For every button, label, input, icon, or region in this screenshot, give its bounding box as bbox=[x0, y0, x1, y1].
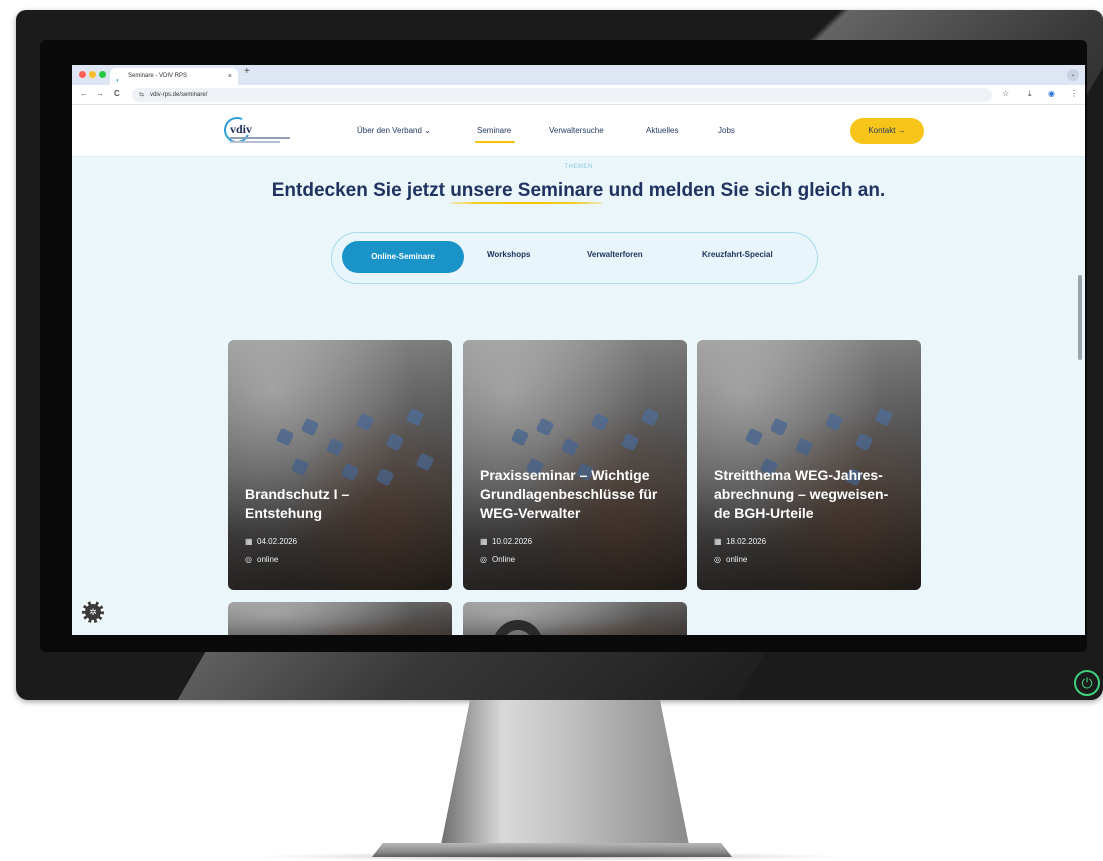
bookmark-star-icon[interactable]: ☆ bbox=[1002, 89, 1009, 98]
card-overlay bbox=[697, 340, 921, 590]
card-title-line: abrechnung – wegweisen- bbox=[714, 486, 889, 502]
url-input[interactable]: ⇆ vdiv-rps.de/seminare/ bbox=[132, 88, 992, 102]
card-date-text: 10.02.2026 bbox=[492, 537, 533, 546]
tab-workshops[interactable]: Workshops bbox=[487, 250, 530, 259]
browser-tab-bar: ◐ Seminare - VDIV RPS × + ⌄ bbox=[72, 65, 1085, 85]
section-eyebrow: THEMEN bbox=[564, 164, 593, 170]
card-location-text: online bbox=[726, 555, 748, 564]
url-text: vdiv-rps.de/seminare/ bbox=[150, 92, 208, 98]
browser-tab[interactable]: ◐ Seminare - VDIV RPS × bbox=[110, 68, 238, 85]
nav-jobs[interactable]: Jobs bbox=[718, 126, 735, 135]
site-info-icon[interactable]: ⇆ bbox=[139, 88, 144, 102]
monitor-frame: ◐ Seminare - VDIV RPS × + ⌄ ← → C ⇆ vdiv… bbox=[16, 10, 1103, 700]
window-maximize-button[interactable] bbox=[99, 71, 106, 78]
new-tab-button[interactable]: + bbox=[244, 66, 250, 77]
forward-arrow-icon[interactable]: → bbox=[96, 89, 104, 98]
card-title[interactable]: Praxisseminar – Wichtige Grundlagenbesch… bbox=[480, 466, 680, 523]
nav-active-underline bbox=[475, 141, 515, 143]
tab-kreuzfahrt-special[interactable]: Kreuzfahrt-Special bbox=[702, 250, 773, 259]
seminar-card[interactable]: Brandschutz I – Entstehung ▦ 04.02.2026 ◎… bbox=[228, 340, 452, 590]
card-title-line: de BGH-Urteile bbox=[714, 505, 814, 521]
tab-verwalterforen[interactable]: Verwalterforen bbox=[587, 250, 643, 259]
seminar-card[interactable]: Praxisseminar – Wichtige Grundlagenbesch… bbox=[463, 340, 687, 590]
card-title-line: Praxisseminar – Wichtige bbox=[480, 467, 650, 483]
location-pin-icon: ◎ bbox=[714, 555, 721, 564]
calendar-icon: ▦ bbox=[245, 537, 253, 546]
seminar-card-partial[interactable] bbox=[463, 602, 687, 635]
back-arrow-icon[interactable]: ← bbox=[80, 89, 88, 98]
tab-title: Seminare - VDIV RPS bbox=[128, 73, 188, 79]
tab-close-icon[interactable]: × bbox=[228, 68, 232, 85]
logo-text: vdiv bbox=[230, 122, 253, 136]
download-icon[interactable]: ⤓ bbox=[1028, 89, 1032, 99]
power-icon[interactable]: ⏻ bbox=[1074, 670, 1100, 696]
card-title-line: Entstehung bbox=[245, 505, 322, 521]
browser-menu-icon[interactable]: ⋮ bbox=[1070, 89, 1078, 98]
logo-tagline-line bbox=[230, 141, 280, 143]
location-pin-icon: ◎ bbox=[480, 555, 487, 564]
calendar-icon: ▦ bbox=[480, 537, 488, 546]
window-close-button[interactable] bbox=[79, 71, 86, 78]
card-location-text: Online bbox=[492, 555, 516, 564]
card-location: ◎ online bbox=[714, 555, 747, 564]
card-date-text: 18.02.2026 bbox=[726, 537, 767, 546]
card-overlay bbox=[463, 340, 687, 590]
seminar-card-partial[interactable] bbox=[228, 602, 452, 635]
nav-aktuelles[interactable]: Aktuelles bbox=[646, 126, 678, 135]
page-headline: Entdecken Sie jetzt unsere Seminare und … bbox=[72, 180, 1085, 202]
card-date: ▦ 18.02.2026 bbox=[714, 537, 766, 546]
card-date: ▦ 04.02.2026 bbox=[245, 537, 297, 546]
monitor-stand bbox=[440, 700, 690, 850]
headline-pre: Entdecken Sie jetzt bbox=[271, 180, 451, 201]
browser-address-bar: ← → C ⇆ vdiv-rps.de/seminare/ ☆ ⤓ ◉ ⋮ bbox=[72, 85, 1085, 105]
card-title-line: Grundlagenbeschlüsse für bbox=[480, 486, 658, 502]
card-date-text: 04.02.2026 bbox=[257, 537, 298, 546]
profile-avatar-icon[interactable]: ◉ bbox=[1048, 89, 1055, 98]
nav-verwaltersuche[interactable]: Verwaltersuche bbox=[549, 126, 604, 135]
window-minimize-button[interactable] bbox=[89, 71, 96, 78]
page-scrollbar[interactable] bbox=[1078, 275, 1082, 360]
vdiv-logo[interactable]: vdiv bbox=[220, 113, 294, 147]
cookie-settings-icon[interactable]: ✲ bbox=[82, 601, 104, 623]
nav-ueber-den-verband[interactable]: Über den Verband ⌄ bbox=[357, 126, 431, 135]
seminar-card[interactable]: Streitthema WEG-Jahres- abrechnung – weg… bbox=[697, 340, 921, 590]
reload-icon[interactable]: C bbox=[114, 89, 120, 98]
contact-button[interactable]: Kontakt → bbox=[850, 118, 924, 144]
card-location: ◎ online bbox=[245, 555, 278, 564]
card-title[interactable]: Streitthema WEG-Jahres- abrechnung – weg… bbox=[714, 466, 914, 523]
card-title-line: WEG-Verwalter bbox=[480, 505, 581, 521]
card-title-line: Brandschutz I – bbox=[245, 486, 350, 502]
website: vdiv Über den Verband ⌄ Seminare Verwalt… bbox=[72, 105, 1085, 635]
location-pin-icon: ◎ bbox=[245, 555, 252, 564]
card-date: ▦ 10.02.2026 bbox=[480, 537, 532, 546]
card-overlay bbox=[228, 340, 452, 590]
tab-online-seminare[interactable]: Online-Seminare bbox=[342, 241, 464, 273]
headline-post: und melden Sie sich gleich an. bbox=[603, 180, 886, 201]
seminar-filter-tabs: Online-Seminare Workshops Verwalterforen… bbox=[331, 232, 818, 284]
calendar-icon: ▦ bbox=[714, 537, 722, 546]
nav-seminare[interactable]: Seminare bbox=[477, 126, 511, 135]
headline-highlight: unsere Seminare bbox=[450, 180, 604, 201]
card-title-line: Streitthema WEG-Jahres- bbox=[714, 467, 883, 483]
card-location: ◎ Online bbox=[480, 555, 515, 564]
card-overlay bbox=[228, 602, 452, 635]
logo-tagline-line bbox=[230, 137, 290, 139]
floor-shadow bbox=[250, 852, 850, 861]
stage: ◐ Seminare - VDIV RPS × + ⌄ ← → C ⇆ vdiv… bbox=[0, 0, 1103, 861]
tab-search-icon[interactable]: ⌄ bbox=[1067, 69, 1079, 81]
card-title[interactable]: Brandschutz I – Entstehung bbox=[245, 485, 445, 523]
site-header: vdiv Über den Verband ⌄ Seminare Verwalt… bbox=[72, 105, 1085, 157]
screen: ◐ Seminare - VDIV RPS × + ⌄ ← → C ⇆ vdiv… bbox=[72, 65, 1085, 635]
card-location-text: online bbox=[257, 555, 279, 564]
